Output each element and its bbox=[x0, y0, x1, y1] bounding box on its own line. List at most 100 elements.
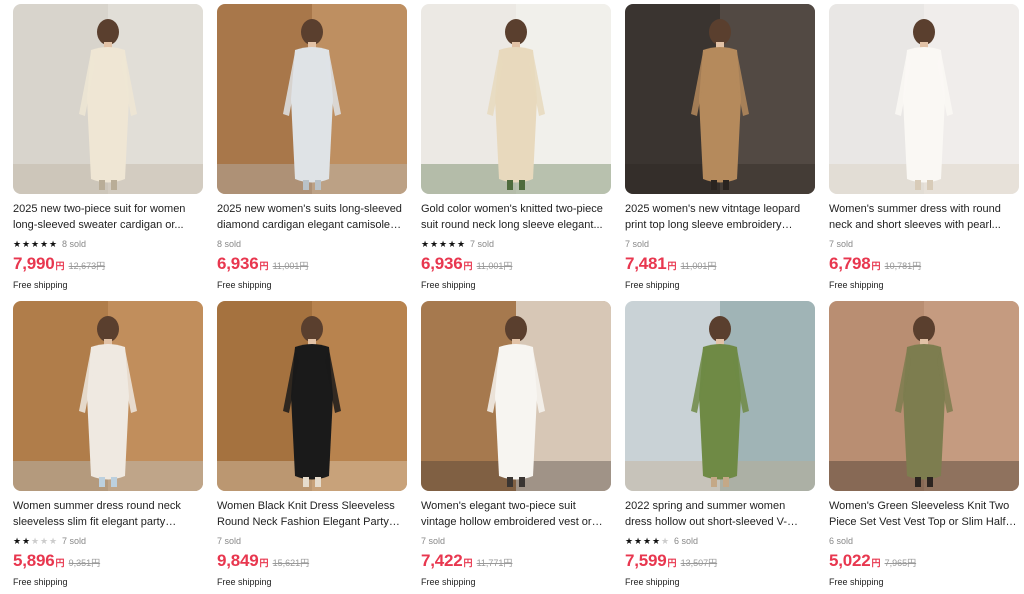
currency-symbol: 円 bbox=[259, 558, 269, 568]
currency-symbol: 円 bbox=[55, 558, 65, 568]
sold-count: 7 sold bbox=[625, 238, 650, 249]
star-icon: ★ bbox=[652, 535, 661, 546]
product-title[interactable]: Women's elegant two-piece suit vintage h… bbox=[421, 498, 611, 530]
currency-symbol: 円 bbox=[463, 558, 473, 568]
product-title[interactable]: 2022 spring and summer women dress hollo… bbox=[625, 498, 815, 530]
rating-stars: ★ ★ ★ ★ ★ bbox=[421, 238, 466, 249]
product-card[interactable]: 2022 spring and summer women dress hollo… bbox=[625, 301, 815, 589]
sale-price: 7,481 bbox=[625, 254, 667, 273]
original-price-value: 13,507 bbox=[680, 558, 709, 568]
product-card[interactable]: Gold color women's knitted two-piece sui… bbox=[421, 4, 611, 292]
price-row: 6,936 円 11,001円 bbox=[421, 254, 611, 276]
product-card[interactable]: Women's elegant two-piece suit vintage h… bbox=[421, 301, 611, 589]
sold-count: 7 sold bbox=[470, 238, 495, 249]
product-title[interactable]: Women's summer dress with round neck and… bbox=[829, 201, 1019, 233]
sale-price: 6,936 bbox=[421, 254, 463, 273]
currency-symbol: 円 bbox=[667, 558, 677, 568]
currency-symbol: 円 bbox=[667, 261, 677, 271]
original-price-currency: 円 bbox=[707, 261, 717, 271]
sale-price: 5,022 bbox=[829, 551, 871, 570]
product-image[interactable] bbox=[829, 4, 1019, 194]
product-card[interactable]: Women's Green Sleeveless Knit Two Piece … bbox=[829, 301, 1019, 589]
original-price: 13,507円 bbox=[681, 556, 718, 569]
sold-count: 7 sold bbox=[62, 535, 87, 546]
product-card[interactable]: Women summer dress round neck sleeveless… bbox=[13, 301, 203, 589]
original-price: 15,621円 bbox=[273, 556, 310, 569]
shipping-label: Free shipping bbox=[421, 280, 476, 290]
star-icon: ★ bbox=[448, 238, 457, 249]
product-title[interactable]: 2025 women's new vitntage leopard print … bbox=[625, 201, 815, 233]
original-price-currency: 円 bbox=[299, 261, 309, 271]
star-icon: ★ bbox=[49, 535, 58, 546]
original-price-value: 11,001 bbox=[272, 261, 300, 271]
product-card[interactable]: 2025 new women's suits long-sleeved diam… bbox=[217, 4, 407, 292]
product-image[interactable] bbox=[421, 4, 611, 194]
original-price: 9,351円 bbox=[69, 556, 101, 569]
original-price-currency: 円 bbox=[912, 261, 922, 271]
product-title[interactable]: Women's Green Sleeveless Knit Two Piece … bbox=[829, 498, 1019, 530]
currency-symbol: 円 bbox=[259, 261, 269, 271]
product-meta: 7 sold bbox=[421, 534, 611, 547]
rating-stars: ★ ★ ★ ★ ★ bbox=[625, 535, 670, 546]
product-title[interactable]: Women summer dress round neck sleeveless… bbox=[13, 498, 203, 530]
product-image[interactable] bbox=[13, 301, 203, 491]
original-price-currency: 円 bbox=[300, 558, 310, 568]
original-price: 10,781円 bbox=[885, 259, 922, 272]
product-card[interactable]: 2025 new two-piece suit for women long-s… bbox=[13, 4, 203, 292]
sold-count: 6 sold bbox=[674, 535, 699, 546]
product-meta: ★ ★ ★ ★ ★ 8 sold bbox=[13, 237, 203, 250]
original-price-value: 11,001 bbox=[476, 261, 504, 271]
sold-count: 7 sold bbox=[421, 535, 446, 546]
original-price: 12,673円 bbox=[69, 259, 106, 272]
star-icon: ★ bbox=[457, 238, 466, 249]
product-title[interactable]: 2025 new women's suits long-sleeved diam… bbox=[217, 201, 407, 233]
product-title[interactable]: Gold color women's knitted two-piece sui… bbox=[421, 201, 611, 233]
product-meta: 7 sold bbox=[625, 237, 815, 250]
original-price: 11,001円 bbox=[681, 259, 717, 272]
product-title[interactable]: Women Black Knit Dress Sleeveless Round … bbox=[217, 498, 407, 530]
product-image[interactable] bbox=[829, 301, 1019, 491]
product-card[interactable]: Women Black Knit Dress Sleeveless Round … bbox=[217, 301, 407, 589]
star-icon: ★ bbox=[625, 535, 634, 546]
product-image[interactable] bbox=[625, 301, 815, 491]
product-image[interactable] bbox=[13, 4, 203, 194]
rating-stars: ★ ★ ★ ★ ★ bbox=[13, 535, 58, 546]
price-row: 7,422 円 11,771円 bbox=[421, 551, 611, 573]
product-card[interactable]: 2025 women's new vitntage leopard print … bbox=[625, 4, 815, 292]
sale-price: 7,990 bbox=[13, 254, 55, 273]
original-price-currency: 円 bbox=[91, 558, 101, 568]
product-image[interactable] bbox=[625, 4, 815, 194]
rating-stars: ★ ★ ★ ★ ★ bbox=[13, 238, 58, 249]
star-icon: ★ bbox=[13, 238, 22, 249]
star-icon: ★ bbox=[439, 238, 448, 249]
original-price-value: 12,673 bbox=[68, 261, 97, 271]
sale-price: 6,798 bbox=[829, 254, 871, 273]
original-price-currency: 円 bbox=[503, 261, 513, 271]
product-meta: 6 sold bbox=[829, 534, 1019, 547]
star-icon: ★ bbox=[22, 535, 31, 546]
product-image[interactable] bbox=[421, 301, 611, 491]
price-row: 5,896 円 9,351円 bbox=[13, 551, 203, 573]
product-meta: 7 sold bbox=[217, 534, 407, 547]
original-price-currency: 円 bbox=[503, 558, 513, 568]
price-row: 6,936 円 11,001円 bbox=[217, 254, 407, 276]
star-icon: ★ bbox=[40, 238, 49, 249]
product-title[interactable]: 2025 new two-piece suit for women long-s… bbox=[13, 201, 203, 233]
product-card[interactable]: Women's summer dress with round neck and… bbox=[829, 4, 1019, 292]
product-meta: ★ ★ ★ ★ ★ 6 sold bbox=[625, 534, 815, 547]
sold-count: 7 sold bbox=[217, 535, 242, 546]
product-image[interactable] bbox=[217, 4, 407, 194]
original-price-value: 10,781 bbox=[884, 261, 913, 271]
original-price-value: 7,965 bbox=[884, 558, 908, 568]
star-icon: ★ bbox=[40, 535, 49, 546]
shipping-label: Free shipping bbox=[829, 577, 884, 587]
product-image[interactable] bbox=[217, 301, 407, 491]
original-price-currency: 円 bbox=[907, 558, 917, 568]
price-row: 7,481 円 11,001円 bbox=[625, 254, 815, 276]
star-icon: ★ bbox=[22, 238, 31, 249]
original-price-value: 11,771 bbox=[476, 558, 504, 568]
currency-symbol: 円 bbox=[871, 558, 881, 568]
currency-symbol: 円 bbox=[463, 261, 473, 271]
product-meta: ★ ★ ★ ★ ★ 7 sold bbox=[421, 237, 611, 250]
shipping-label: Free shipping bbox=[829, 280, 884, 290]
